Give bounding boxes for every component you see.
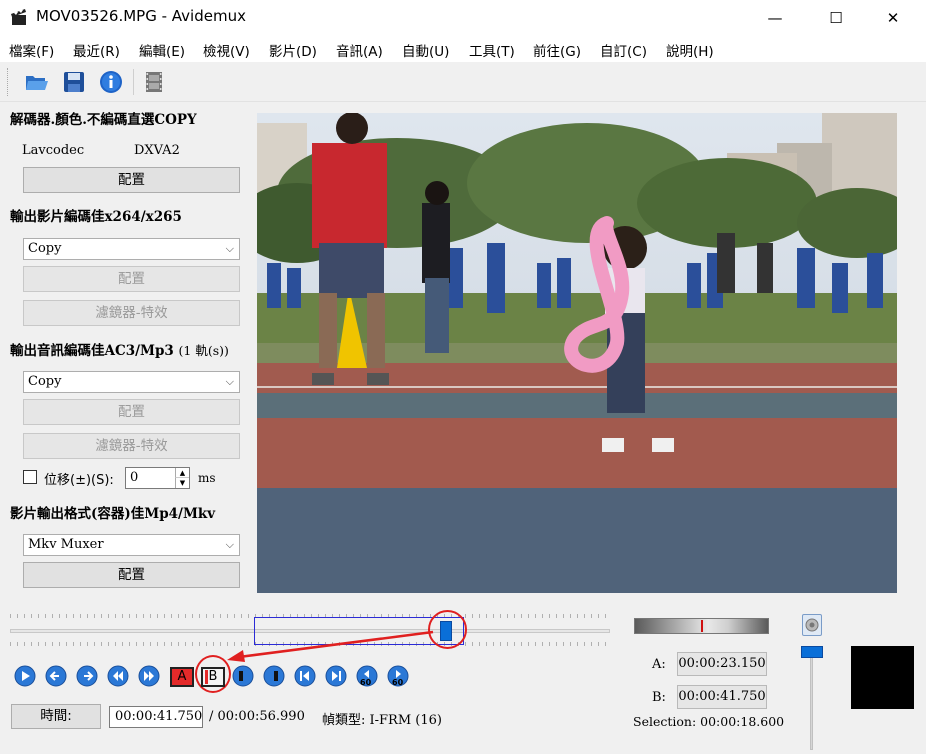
speaker-glyph-icon [805, 618, 819, 632]
goto-marker-b-icon[interactable] [263, 665, 285, 687]
window-title: MOV03526.MPG - Avidemux [36, 7, 246, 25]
shift-value: 0 [130, 470, 139, 485]
marker-b-label: B: [652, 690, 666, 705]
previous-frame-icon[interactable] [45, 665, 67, 687]
volume-track[interactable] [810, 650, 813, 750]
goto-marker-a-icon[interactable] [232, 665, 254, 687]
set-marker-b-button[interactable]: B [201, 667, 225, 687]
film-strip-icon[interactable] [141, 70, 167, 94]
decoder-title: 解碼器.顏色.不編碼直選COPY [10, 112, 197, 128]
previous-keyframe-icon[interactable] [107, 665, 129, 687]
menu-file[interactable]: 檔案(F) [9, 40, 54, 60]
marker-b-bar [205, 670, 208, 684]
play-icon[interactable] [14, 665, 36, 687]
time-button[interactable]: 時間: [11, 704, 101, 729]
close-button[interactable]: ✕ [870, 0, 916, 36]
selection-duration: Selection: 00:00:18.600 [633, 714, 785, 729]
info-icon[interactable] [98, 70, 124, 94]
annotation-arrow [227, 630, 434, 662]
menu-view[interactable]: 檢視(V) [203, 40, 250, 60]
decoder-config-button[interactable]: 配置 [23, 167, 240, 193]
clapperboard-icon [11, 9, 26, 25]
chevron-down-icon: ⌵ [225, 242, 234, 255]
output-preview [851, 646, 914, 709]
audio-codec-value: Copy [28, 374, 62, 389]
video-codec-select[interactable]: Copy ⌵ [23, 238, 240, 260]
menu-recent[interactable]: 最近(R) [73, 40, 120, 60]
menu-bar: 檔案(F) 最近(R) 編輯(E) 檢視(V) 影片(D) 音訊(A) 自動(U… [0, 36, 926, 62]
toolbar [0, 62, 926, 102]
toolbar-separator [133, 69, 134, 95]
audio-output-title: 輸出音訊編碼佳AC3/Mp3 (1 軌(s)) [10, 339, 229, 359]
container-title: 影片輸出格式(容器)佳Mp4/Mkv [10, 506, 216, 522]
next-frame-icon[interactable] [76, 665, 98, 687]
container-format-value: Mkv Muxer [28, 537, 104, 552]
set-marker-a-button[interactable]: A [170, 667, 194, 687]
spin-up-icon[interactable]: ▲ [175, 468, 189, 478]
menu-custom[interactable]: 自訂(C) [600, 40, 647, 60]
audio-tracks-count: (1 軌(s)) [178, 343, 229, 358]
menu-goto[interactable]: 前往(G) [533, 40, 581, 60]
spin-down-icon[interactable]: ▼ [175, 478, 189, 488]
goto-start-icon[interactable] [294, 665, 316, 687]
video-filters-button[interactable]: 濾鏡器-特效 [23, 300, 240, 326]
title-bar: MOV03526.MPG - Avidemux — ☐ ✕ [0, 0, 926, 36]
chevron-down-icon: ⌵ [225, 538, 234, 551]
video-frame [257, 113, 897, 593]
forward-minute-badge: 60 [392, 678, 404, 687]
folder-open-icon[interactable] [24, 70, 50, 94]
container-config-button[interactable]: 配置 [23, 562, 240, 588]
audio-config-button[interactable]: 配置 [23, 399, 240, 425]
shift-label: 位移(±)(S): [44, 473, 114, 488]
audio-output-title-text: 輸出音訊編碼佳AC3/Mp3 [10, 343, 174, 359]
maximize-button[interactable]: ☐ [813, 0, 859, 36]
back-minute-badge: 60 [360, 678, 372, 687]
minimize-button[interactable]: — [752, 0, 798, 36]
video-codec-value: Copy [28, 241, 62, 256]
container-format-select[interactable]: Mkv Muxer ⌵ [23, 534, 240, 556]
menu-help[interactable]: 說明(H) [666, 40, 714, 60]
video-config-button[interactable]: 配置 [23, 266, 240, 292]
current-time-field[interactable]: 00:00:41.750 [109, 706, 203, 728]
video-output-title: 輸出影片編碼佳x264/x265 [10, 209, 182, 225]
menu-edit[interactable]: 編輯(E) [139, 40, 185, 60]
shift-checkbox[interactable] [23, 470, 37, 484]
toolbar-grip [7, 68, 10, 96]
total-time: / 00:00:56.990 [209, 709, 305, 724]
menu-audio[interactable]: 音訊(A) [336, 40, 383, 60]
floppy-disk-icon[interactable] [61, 70, 87, 94]
shift-spinbox[interactable]: 0 ▲ ▼ [125, 467, 190, 489]
decoder-codec: Lavcodec [22, 143, 85, 158]
frame-type: 幀類型: I-FRM (16) [322, 713, 442, 728]
audio-filters-button[interactable]: 濾鏡器-特效 [23, 433, 240, 459]
decoder-hw: DXVA2 [134, 143, 180, 158]
next-keyframe-icon[interactable] [138, 665, 160, 687]
goto-end-icon[interactable] [325, 665, 347, 687]
marker-b-label: B [208, 669, 218, 684]
marker-a-time: 00:00:23.150 [677, 652, 767, 676]
audio-meter-marker [701, 620, 703, 632]
marker-a-label: A: [652, 657, 666, 672]
menu-tools[interactable]: 工具(T) [469, 40, 515, 60]
shift-unit: ms [198, 471, 216, 485]
volume-slider-thumb[interactable] [801, 646, 823, 658]
menu-video[interactable]: 影片(D) [269, 40, 317, 60]
menu-auto[interactable]: 自動(U) [402, 40, 449, 60]
speaker-icon[interactable] [802, 614, 822, 636]
audio-codec-select[interactable]: Copy ⌵ [23, 371, 240, 393]
chevron-down-icon: ⌵ [225, 375, 234, 388]
audio-meter [634, 618, 769, 634]
marker-b-time: 00:00:41.750 [677, 685, 767, 709]
